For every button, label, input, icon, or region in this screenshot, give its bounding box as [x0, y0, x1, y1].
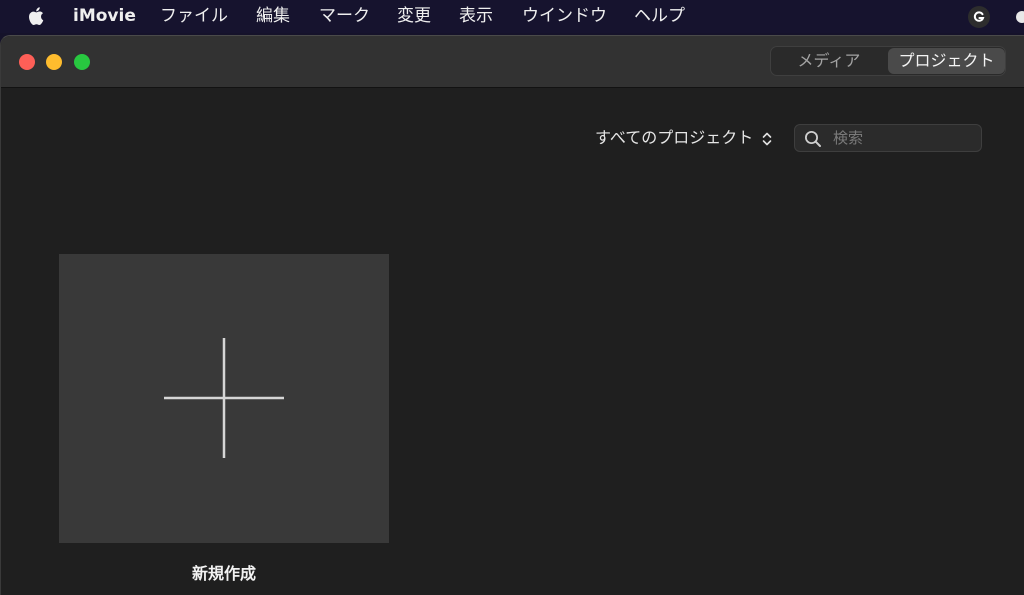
search-input[interactable] — [831, 128, 971, 148]
grammarly-icon[interactable] — [968, 6, 990, 28]
menu-file[interactable]: ファイル — [160, 6, 228, 26]
plus-icon — [164, 338, 284, 458]
up-down-chevron-icon — [763, 132, 772, 145]
new-project-label: 新規作成 — [191, 564, 256, 583]
maximize-window-button[interactable] — [74, 54, 90, 70]
title-bar: メディア プロジェクト — [1, 36, 1024, 88]
menu-help[interactable]: ヘルプ — [634, 6, 685, 26]
status-dot-icon[interactable] — [1016, 11, 1024, 23]
minimize-window-button[interactable] — [46, 54, 62, 70]
menu-mark[interactable]: マーク — [319, 6, 370, 26]
tab-media[interactable]: メディア — [771, 47, 887, 75]
menu-window[interactable]: ウインドウ — [522, 6, 607, 26]
menu-view[interactable]: 表示 — [459, 6, 493, 26]
imovie-window: メディア プロジェクト すべてのプロジェクト 新規作成 — [0, 35, 1024, 595]
menu-app-name[interactable]: iMovie — [73, 6, 136, 26]
search-field — [794, 124, 982, 152]
tab-projects[interactable]: プロジェクト — [888, 48, 1005, 74]
menu-edit[interactable]: 編集 — [256, 6, 290, 26]
media-projects-toggle: メディア プロジェクト — [770, 46, 1006, 76]
project-filter-dropdown[interactable]: すべてのプロジェクト — [595, 128, 772, 148]
menu-modify[interactable]: 変更 — [397, 6, 431, 26]
new-project-tile[interactable] — [59, 254, 389, 543]
apple-logo-icon[interactable] — [26, 5, 48, 27]
menu-bar: iMovie ファイル 編集 マーク 変更 表示 ウインドウ ヘルプ — [0, 0, 1024, 33]
close-window-button[interactable] — [19, 54, 35, 70]
search-icon — [805, 131, 821, 147]
project-filter-label: すべてのプロジェクト — [595, 128, 754, 147]
